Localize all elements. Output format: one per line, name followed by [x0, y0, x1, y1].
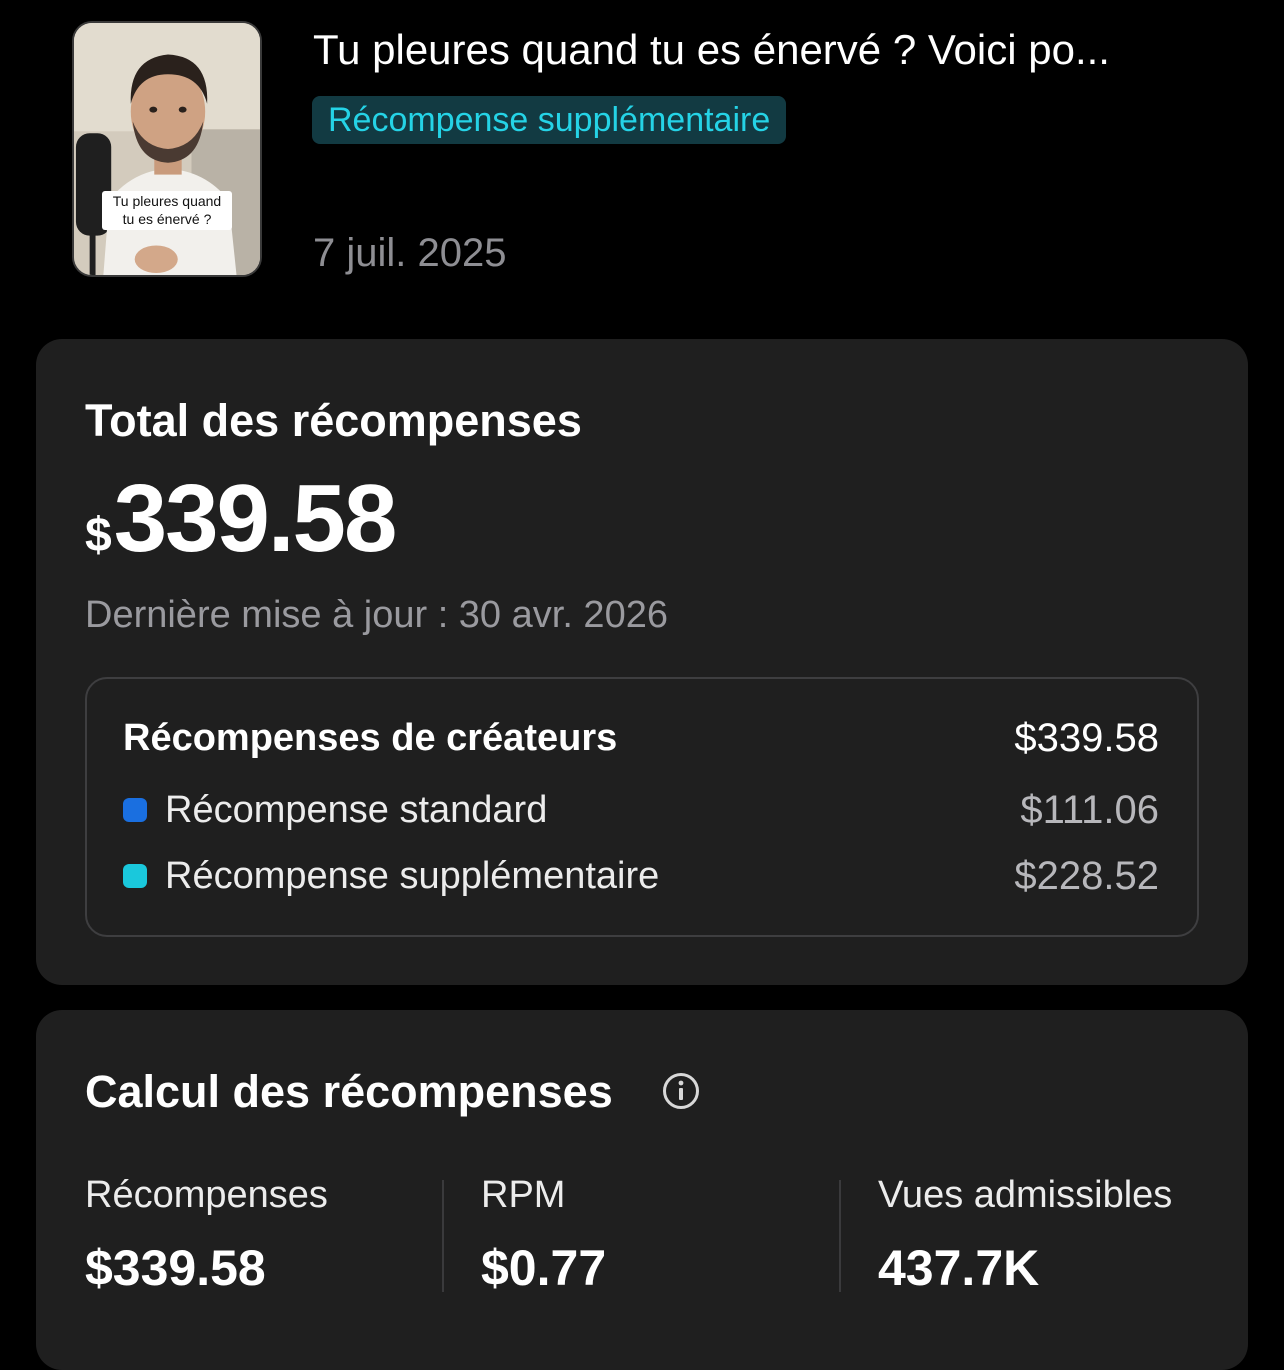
- standard-reward-row: Récompense standard $111.06: [87, 785, 1197, 835]
- bonus-reward-value: $228.52: [1014, 854, 1159, 898]
- total-rewards-amount: $339.58: [85, 465, 398, 572]
- creator-rewards-value: $339.58: [1014, 716, 1159, 760]
- standard-reward-label: Récompense standard: [165, 789, 548, 831]
- currency-symbol: $: [85, 509, 112, 562]
- info-circle-icon[interactable]: [662, 1072, 700, 1110]
- total-amount-value: 339.58: [113, 465, 398, 572]
- rewards-calculation-card: Calcul des récompenses Récompenses $339.…: [36, 1010, 1248, 1370]
- metric-eligible-views-value: 437.7K: [878, 1240, 1040, 1296]
- metric-rpm: RPM $0.77: [481, 1170, 851, 1300]
- metric-eligible-views: Vues admissibles 437.7K: [878, 1170, 1248, 1300]
- video-header: Tu pleures quand tu es énervé ? Tu pleur…: [0, 0, 1284, 300]
- metric-rewards: Récompenses $339.58: [85, 1170, 455, 1300]
- rewards-calculation-title: Calcul des récompenses: [85, 1066, 613, 1117]
- metric-rpm-label: RPM: [481, 1174, 566, 1216]
- metric-divider: [839, 1180, 841, 1292]
- video-title: Tu pleures quand tu es énervé ? Voici po…: [313, 26, 1110, 73]
- thumbnail-caption: Tu pleures quand tu es énervé ?: [102, 191, 232, 230]
- bonus-reward-tag: Récompense supplémentaire: [312, 96, 787, 144]
- bonus-legend-dot: [123, 864, 147, 888]
- video-thumbnail[interactable]: Tu pleures quand tu es énervé ?: [72, 21, 262, 277]
- total-rewards-title: Total des récompenses: [85, 395, 582, 446]
- metric-rewards-label: Récompenses: [85, 1174, 328, 1216]
- metric-rewards-value: $339.58: [85, 1240, 266, 1296]
- metric-eligible-views-label: Vues admissibles: [878, 1174, 1173, 1216]
- creator-rewards-row: Récompenses de créateurs $339.58: [87, 713, 1197, 763]
- creator-rewards-label: Récompenses de créateurs: [123, 717, 618, 759]
- last-updated-text: Dernière mise à jour : 30 avr. 2026: [85, 594, 668, 636]
- standard-legend-dot: [123, 798, 147, 822]
- thumbnail-image: [74, 23, 260, 275]
- metric-rpm-value: $0.77: [481, 1240, 607, 1296]
- bonus-reward-label: Récompense supplémentaire: [165, 855, 660, 897]
- video-date: 7 juil. 2025: [313, 231, 507, 275]
- metric-divider: [442, 1180, 444, 1292]
- rewards-breakdown: Récompenses de créateurs $339.58 Récompe…: [85, 677, 1199, 937]
- total-rewards-card: Total des récompenses $339.58 Dernière m…: [36, 339, 1248, 985]
- standard-reward-value: $111.06: [1020, 788, 1159, 832]
- bonus-reward-row: Récompense supplémentaire $228.52: [87, 851, 1197, 901]
